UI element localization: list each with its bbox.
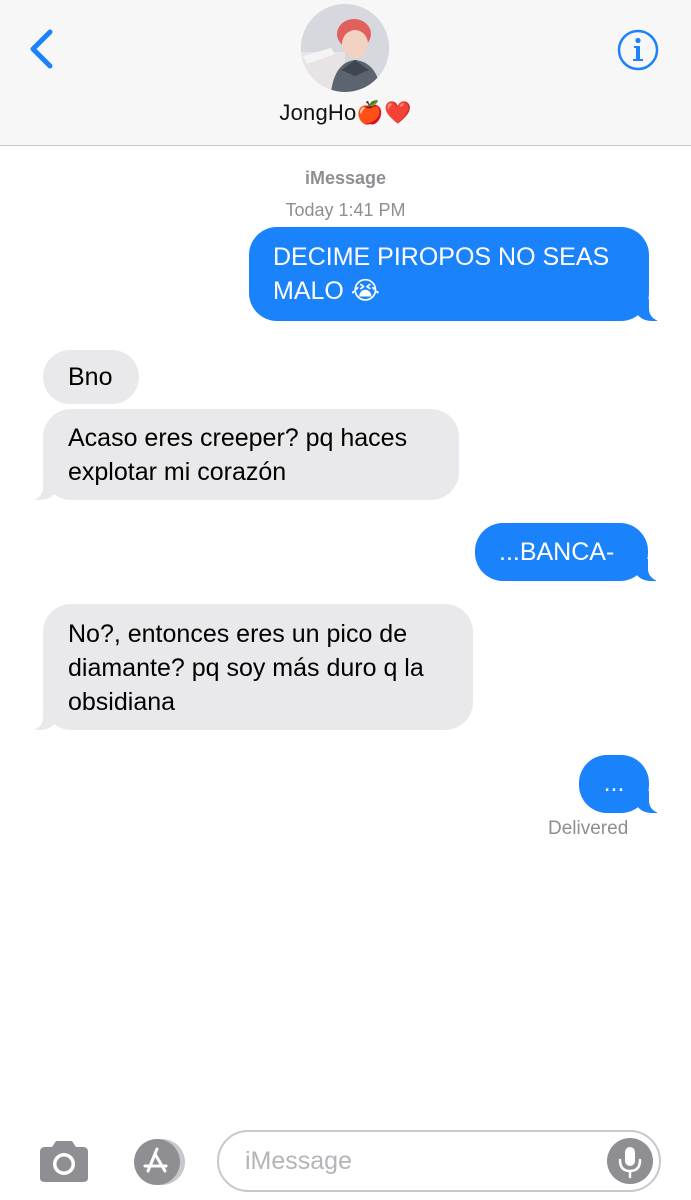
service-label: iMessage xyxy=(304,168,387,188)
message-line: Acaso eres creeper? pq haces xyxy=(68,424,408,452)
conversation-header: JongHo🍎❤️ xyxy=(0,0,691,146)
message-line: No?, entonces eres un pico de xyxy=(68,620,408,648)
microphone-icon xyxy=(618,1147,642,1179)
message-timestamp: Today 1:41 PM xyxy=(285,200,406,220)
message-line: Bno xyxy=(68,363,113,391)
contact-name[interactable]: JongHo🍎❤️ xyxy=(0,100,691,126)
message-input-placeholder: iMessage xyxy=(245,1147,352,1175)
message-bubble-sent[interactable]: ...BANCA- xyxy=(475,523,666,581)
message-line: diamante? pq soy más duro q la xyxy=(68,654,424,682)
message-line: ... xyxy=(603,769,625,797)
back-button[interactable] xyxy=(24,26,64,72)
camera-icon xyxy=(40,1141,88,1182)
message-line: DECIME PIROPOS NO SEAS xyxy=(273,243,610,271)
message-bubble-received[interactable]: Acaso eres creeper? pq haces explotar mi… xyxy=(25,409,459,500)
message-line: MALO 😭 xyxy=(273,277,381,305)
message-bubble-sent[interactable]: ... xyxy=(579,755,667,813)
chevron-left-icon xyxy=(30,29,53,69)
camera-button[interactable] xyxy=(36,1136,92,1186)
message-line: obsidiana xyxy=(68,688,176,716)
message-bubble-received[interactable]: Bno xyxy=(43,350,139,404)
info-icon xyxy=(617,29,659,71)
message-input[interactable]: iMessage xyxy=(217,1130,661,1192)
contact-avatar[interactable] xyxy=(301,4,389,92)
delivery-status: Delivered xyxy=(548,818,629,839)
message-line: explotar mi corazón xyxy=(68,458,287,486)
app-store-icon xyxy=(134,1139,185,1185)
message-line: ...BANCA- xyxy=(499,538,615,566)
info-button[interactable] xyxy=(616,28,660,72)
avatar-photo xyxy=(301,4,389,92)
microphone-button[interactable] xyxy=(607,1138,653,1184)
message-bubble-sent[interactable]: DECIME PIROPOS NO SEAS MALO 😭 xyxy=(249,227,667,321)
message-bubble-received[interactable]: No?, entonces eres un pico de diamante? … xyxy=(25,604,473,730)
app-store-button[interactable] xyxy=(124,1137,190,1187)
